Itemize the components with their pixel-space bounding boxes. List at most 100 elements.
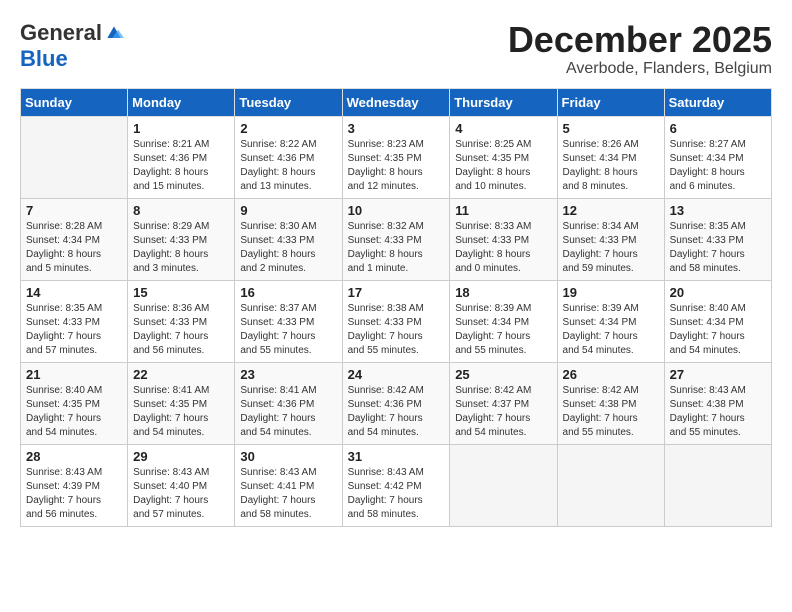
title-block: December 2025 Averbode, Flanders, Belgiu… xyxy=(508,20,772,78)
calendar-cell: 27Sunrise: 8:43 AM Sunset: 4:38 PM Dayli… xyxy=(664,362,771,444)
calendar-cell xyxy=(21,116,128,198)
calendar-cell: 5Sunrise: 8:26 AM Sunset: 4:34 PM Daylig… xyxy=(557,116,664,198)
day-info: Sunrise: 8:41 AM Sunset: 4:35 PM Dayligh… xyxy=(133,384,229,440)
calendar-body: 1 Sunrise: 8:21 AM Sunset: 4:36 PM Daylig… xyxy=(21,116,772,526)
day-info: Sunrise: 8:42 AM Sunset: 4:37 PM Dayligh… xyxy=(455,384,551,440)
day-number: 24 xyxy=(348,367,445,382)
calendar-cell: 11 Sunrise: 8:33 AM Sunset: 4:33 PM Dayli… xyxy=(450,198,557,280)
week-row-4: 21 Sunrise: 8:40 AM Sunset: 4:35 PM Dayli… xyxy=(21,362,772,444)
day-number: 15 xyxy=(133,285,229,300)
calendar-table: SundayMondayTuesdayWednesdayThursdayFrid… xyxy=(20,88,772,527)
calendar-cell: 20Sunrise: 8:40 AM Sunset: 4:34 PM Dayli… xyxy=(664,280,771,362)
calendar-cell: 19 Sunrise: 8:39 AM Sunset: 4:34 PM Dayli… xyxy=(557,280,664,362)
month-title: December 2025 xyxy=(508,20,772,60)
day-number: 6 xyxy=(670,121,766,136)
day-number: 20 xyxy=(670,285,766,300)
calendar-cell: 10Sunrise: 8:32 AM Sunset: 4:33 PM Dayli… xyxy=(342,198,450,280)
day-number: 21 xyxy=(26,367,122,382)
day-number: 17 xyxy=(348,285,445,300)
header-row: SundayMondayTuesdayWednesdayThursdayFrid… xyxy=(21,88,772,116)
header-tuesday: Tuesday xyxy=(235,88,342,116)
day-info: Sunrise: 8:43 AM Sunset: 4:39 PM Dayligh… xyxy=(26,466,122,522)
day-info: Sunrise: 8:21 AM Sunset: 4:36 PM Dayligh… xyxy=(133,138,229,194)
calendar-cell: 4 Sunrise: 8:25 AM Sunset: 4:35 PM Daylig… xyxy=(450,116,557,198)
day-info: Sunrise: 8:37 AM Sunset: 4:33 PM Dayligh… xyxy=(240,302,336,358)
day-info: Sunrise: 8:29 AM Sunset: 4:33 PM Dayligh… xyxy=(133,220,229,276)
calendar-cell: 9 Sunrise: 8:30 AM Sunset: 4:33 PM Daylig… xyxy=(235,198,342,280)
day-number: 22 xyxy=(133,367,229,382)
day-number: 26 xyxy=(563,367,659,382)
day-number: 3 xyxy=(348,121,445,136)
day-info: Sunrise: 8:43 AM Sunset: 4:41 PM Dayligh… xyxy=(240,466,336,522)
day-info: Sunrise: 8:25 AM Sunset: 4:35 PM Dayligh… xyxy=(455,138,551,194)
calendar-cell: 21 Sunrise: 8:40 AM Sunset: 4:35 PM Dayli… xyxy=(21,362,128,444)
day-number: 25 xyxy=(455,367,551,382)
calendar-cell xyxy=(664,444,771,526)
day-number: 29 xyxy=(133,449,229,464)
day-number: 9 xyxy=(240,203,336,218)
day-number: 18 xyxy=(455,285,551,300)
day-info: Sunrise: 8:34 AM Sunset: 4:33 PM Dayligh… xyxy=(563,220,659,276)
logo-general-text: General xyxy=(20,20,102,46)
day-number: 10 xyxy=(348,203,445,218)
day-number: 19 xyxy=(563,285,659,300)
day-number: 28 xyxy=(26,449,122,464)
day-info: Sunrise: 8:35 AM Sunset: 4:33 PM Dayligh… xyxy=(670,220,766,276)
day-info: Sunrise: 8:42 AM Sunset: 4:36 PM Dayligh… xyxy=(348,384,445,440)
logo-blue-text: Blue xyxy=(20,46,68,72)
week-row-1: 1 Sunrise: 8:21 AM Sunset: 4:36 PM Daylig… xyxy=(21,116,772,198)
page-header: General Blue December 2025 Averbode, Fla… xyxy=(20,20,772,78)
week-row-2: 7Sunrise: 8:28 AM Sunset: 4:34 PM Daylig… xyxy=(21,198,772,280)
day-info: Sunrise: 8:30 AM Sunset: 4:33 PM Dayligh… xyxy=(240,220,336,276)
calendar-cell: 12 Sunrise: 8:34 AM Sunset: 4:33 PM Dayli… xyxy=(557,198,664,280)
day-number: 4 xyxy=(455,121,551,136)
day-info: Sunrise: 8:23 AM Sunset: 4:35 PM Dayligh… xyxy=(348,138,445,194)
day-info: Sunrise: 8:33 AM Sunset: 4:33 PM Dayligh… xyxy=(455,220,551,276)
day-info: Sunrise: 8:42 AM Sunset: 4:38 PM Dayligh… xyxy=(563,384,659,440)
day-number: 11 xyxy=(455,203,551,218)
calendar-cell: 22 Sunrise: 8:41 AM Sunset: 4:35 PM Dayli… xyxy=(128,362,235,444)
day-info: Sunrise: 8:36 AM Sunset: 4:33 PM Dayligh… xyxy=(133,302,229,358)
day-info: Sunrise: 8:26 AM Sunset: 4:34 PM Dayligh… xyxy=(563,138,659,194)
calendar-cell: 23Sunrise: 8:41 AM Sunset: 4:36 PM Dayli… xyxy=(235,362,342,444)
calendar-cell: 1 Sunrise: 8:21 AM Sunset: 4:36 PM Daylig… xyxy=(128,116,235,198)
day-number: 16 xyxy=(240,285,336,300)
day-info: Sunrise: 8:40 AM Sunset: 4:35 PM Dayligh… xyxy=(26,384,122,440)
calendar-cell: 25 Sunrise: 8:42 AM Sunset: 4:37 PM Dayli… xyxy=(450,362,557,444)
calendar-cell: 2 Sunrise: 8:22 AM Sunset: 4:36 PM Daylig… xyxy=(235,116,342,198)
day-info: Sunrise: 8:43 AM Sunset: 4:42 PM Dayligh… xyxy=(348,466,445,522)
day-number: 2 xyxy=(240,121,336,136)
week-row-5: 28 Sunrise: 8:43 AM Sunset: 4:39 PM Dayli… xyxy=(21,444,772,526)
calendar-cell: 29Sunrise: 8:43 AM Sunset: 4:40 PM Dayli… xyxy=(128,444,235,526)
day-info: Sunrise: 8:39 AM Sunset: 4:34 PM Dayligh… xyxy=(563,302,659,358)
calendar-cell: 3 Sunrise: 8:23 AM Sunset: 4:35 PM Daylig… xyxy=(342,116,450,198)
calendar-cell: 18Sunrise: 8:39 AM Sunset: 4:34 PM Dayli… xyxy=(450,280,557,362)
day-info: Sunrise: 8:43 AM Sunset: 4:38 PM Dayligh… xyxy=(670,384,766,440)
calendar-cell: 15 Sunrise: 8:36 AM Sunset: 4:33 PM Dayli… xyxy=(128,280,235,362)
calendar-cell: 7Sunrise: 8:28 AM Sunset: 4:34 PM Daylig… xyxy=(21,198,128,280)
calendar-cell: 28 Sunrise: 8:43 AM Sunset: 4:39 PM Dayli… xyxy=(21,444,128,526)
day-info: Sunrise: 8:22 AM Sunset: 4:36 PM Dayligh… xyxy=(240,138,336,194)
location-subtitle: Averbode, Flanders, Belgium xyxy=(508,60,772,78)
day-number: 8 xyxy=(133,203,229,218)
day-number: 31 xyxy=(348,449,445,464)
header-monday: Monday xyxy=(128,88,235,116)
calendar-header: SundayMondayTuesdayWednesdayThursdayFrid… xyxy=(21,88,772,116)
day-info: Sunrise: 8:27 AM Sunset: 4:34 PM Dayligh… xyxy=(670,138,766,194)
day-number: 7 xyxy=(26,203,122,218)
calendar-cell: 17 Sunrise: 8:38 AM Sunset: 4:33 PM Dayli… xyxy=(342,280,450,362)
header-wednesday: Wednesday xyxy=(342,88,450,116)
day-number: 12 xyxy=(563,203,659,218)
calendar-cell: 24 Sunrise: 8:42 AM Sunset: 4:36 PM Dayli… xyxy=(342,362,450,444)
calendar-cell: 6 Sunrise: 8:27 AM Sunset: 4:34 PM Daylig… xyxy=(664,116,771,198)
calendar-cell: 26 Sunrise: 8:42 AM Sunset: 4:38 PM Dayli… xyxy=(557,362,664,444)
day-info: Sunrise: 8:38 AM Sunset: 4:33 PM Dayligh… xyxy=(348,302,445,358)
calendar-cell: 31 Sunrise: 8:43 AM Sunset: 4:42 PM Dayli… xyxy=(342,444,450,526)
day-info: Sunrise: 8:35 AM Sunset: 4:33 PM Dayligh… xyxy=(26,302,122,358)
day-number: 23 xyxy=(240,367,336,382)
week-row-3: 14 Sunrise: 8:35 AM Sunset: 4:33 PM Dayli… xyxy=(21,280,772,362)
logo-icon xyxy=(104,23,124,43)
day-number: 14 xyxy=(26,285,122,300)
day-number: 1 xyxy=(133,121,229,136)
header-saturday: Saturday xyxy=(664,88,771,116)
